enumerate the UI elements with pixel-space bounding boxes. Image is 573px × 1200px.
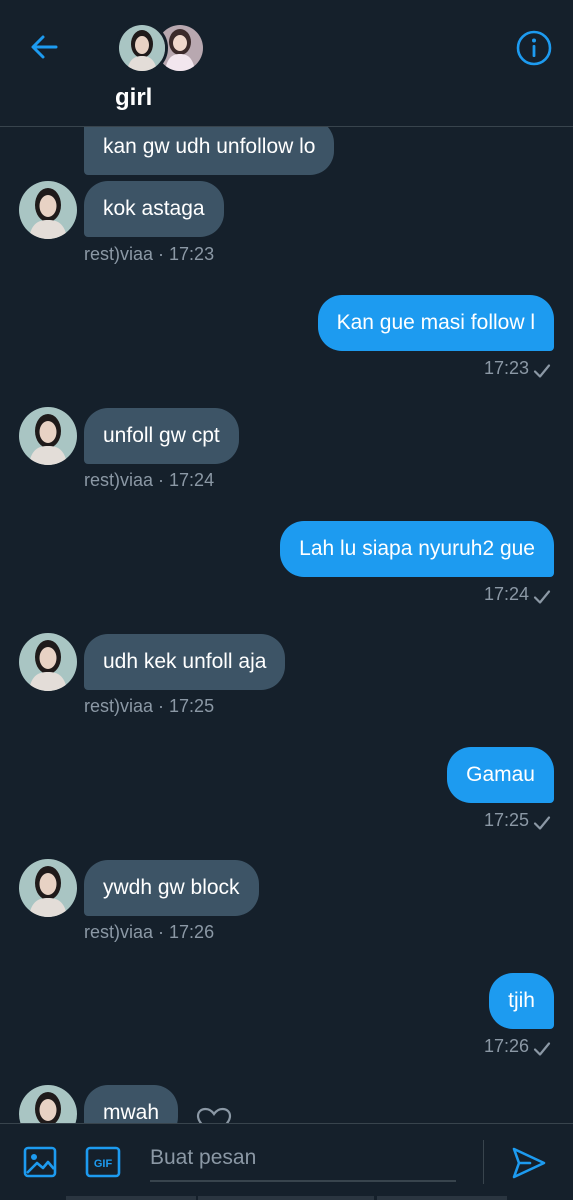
nav-hint-bar <box>198 1196 374 1200</box>
message-input[interactable] <box>150 1136 456 1180</box>
message-list[interactable]: kan gw udh unfollow lo kok astaga rest)v… <box>0 127 573 1123</box>
image-icon <box>23 1146 57 1178</box>
timestamp: 17:25 <box>483 810 529 830</box>
avatar[interactable] <box>19 181 77 239</box>
avatar[interactable] <box>19 1085 77 1123</box>
divider <box>483 1140 484 1184</box>
timestamp: 17:25 <box>169 696 215 716</box>
message-bubble-outgoing[interactable]: Kan gue masi follow l <box>317 295 554 351</box>
conversation-title: girl <box>115 84 153 111</box>
check-icon <box>533 364 551 378</box>
send-button[interactable] <box>510 1144 548 1182</box>
avatar[interactable] <box>19 407 77 465</box>
timestamp: 17:23 <box>169 244 215 264</box>
timestamp: 17:24 <box>169 470 215 490</box>
send-icon <box>512 1147 546 1179</box>
add-image-button[interactable] <box>22 1144 58 1180</box>
nav-hint-bar <box>377 1196 507 1200</box>
nav-hint-bar <box>66 1196 196 1200</box>
sender-name: rest)viaa <box>84 922 154 942</box>
avatar <box>116 22 168 74</box>
sender-name: rest)viaa <box>84 470 154 490</box>
message-bubble-outgoing[interactable]: tjih <box>489 973 554 1029</box>
avatar[interactable] <box>19 859 77 917</box>
arrow-left-icon <box>31 35 58 59</box>
message-bubble-incoming[interactable]: mwah <box>84 1085 179 1123</box>
timestamp: 17:24 <box>483 584 529 604</box>
avatar[interactable] <box>19 633 77 691</box>
message-bubble-incoming[interactable]: kok astaga <box>84 181 224 237</box>
message-meta: rest)viaa · 17:23 <box>84 244 215 264</box>
add-gif-button[interactable]: GIF <box>85 1144 121 1180</box>
message-bubble-outgoing[interactable]: Gamau <box>447 747 554 803</box>
message-meta: rest)viaa · 17:25 <box>84 696 215 716</box>
message-bubble-incoming[interactable]: ywdh gw block <box>84 860 259 916</box>
info-button[interactable] <box>515 29 553 67</box>
message-input-wrapper <box>150 1136 456 1182</box>
check-icon <box>533 1042 551 1056</box>
check-icon <box>533 590 551 604</box>
conversation-header: girl <box>0 0 573 127</box>
timestamp: 17:26 <box>483 1036 529 1056</box>
heart-reaction-icon[interactable] <box>196 1107 232 1123</box>
gif-label: GIF <box>94 1158 113 1170</box>
timestamp: 17:26 <box>169 922 215 942</box>
group-avatars[interactable] <box>116 22 208 74</box>
message-bubble-incoming[interactable]: udh kek unfoll aja <box>84 634 286 690</box>
info-icon <box>516 30 552 66</box>
message-bubble-incoming[interactable]: unfoll gw cpt <box>84 408 239 464</box>
timestamp: 17:23 <box>483 358 529 378</box>
message-bubble-outgoing[interactable]: Lah lu siapa nyuruh2 gue <box>280 521 554 577</box>
check-icon <box>533 816 551 830</box>
message-bubble-incoming[interactable]: kan gw udh unfollow lo <box>84 127 335 175</box>
sender-name: rest)viaa <box>84 244 154 264</box>
back-button[interactable] <box>26 28 64 66</box>
gif-icon: GIF <box>85 1146 121 1178</box>
message-composer: GIF <box>0 1123 573 1200</box>
message-meta: rest)viaa · 17:24 <box>84 470 215 490</box>
sender-name: rest)viaa <box>84 696 154 716</box>
message-meta: rest)viaa · 17:26 <box>84 922 215 942</box>
